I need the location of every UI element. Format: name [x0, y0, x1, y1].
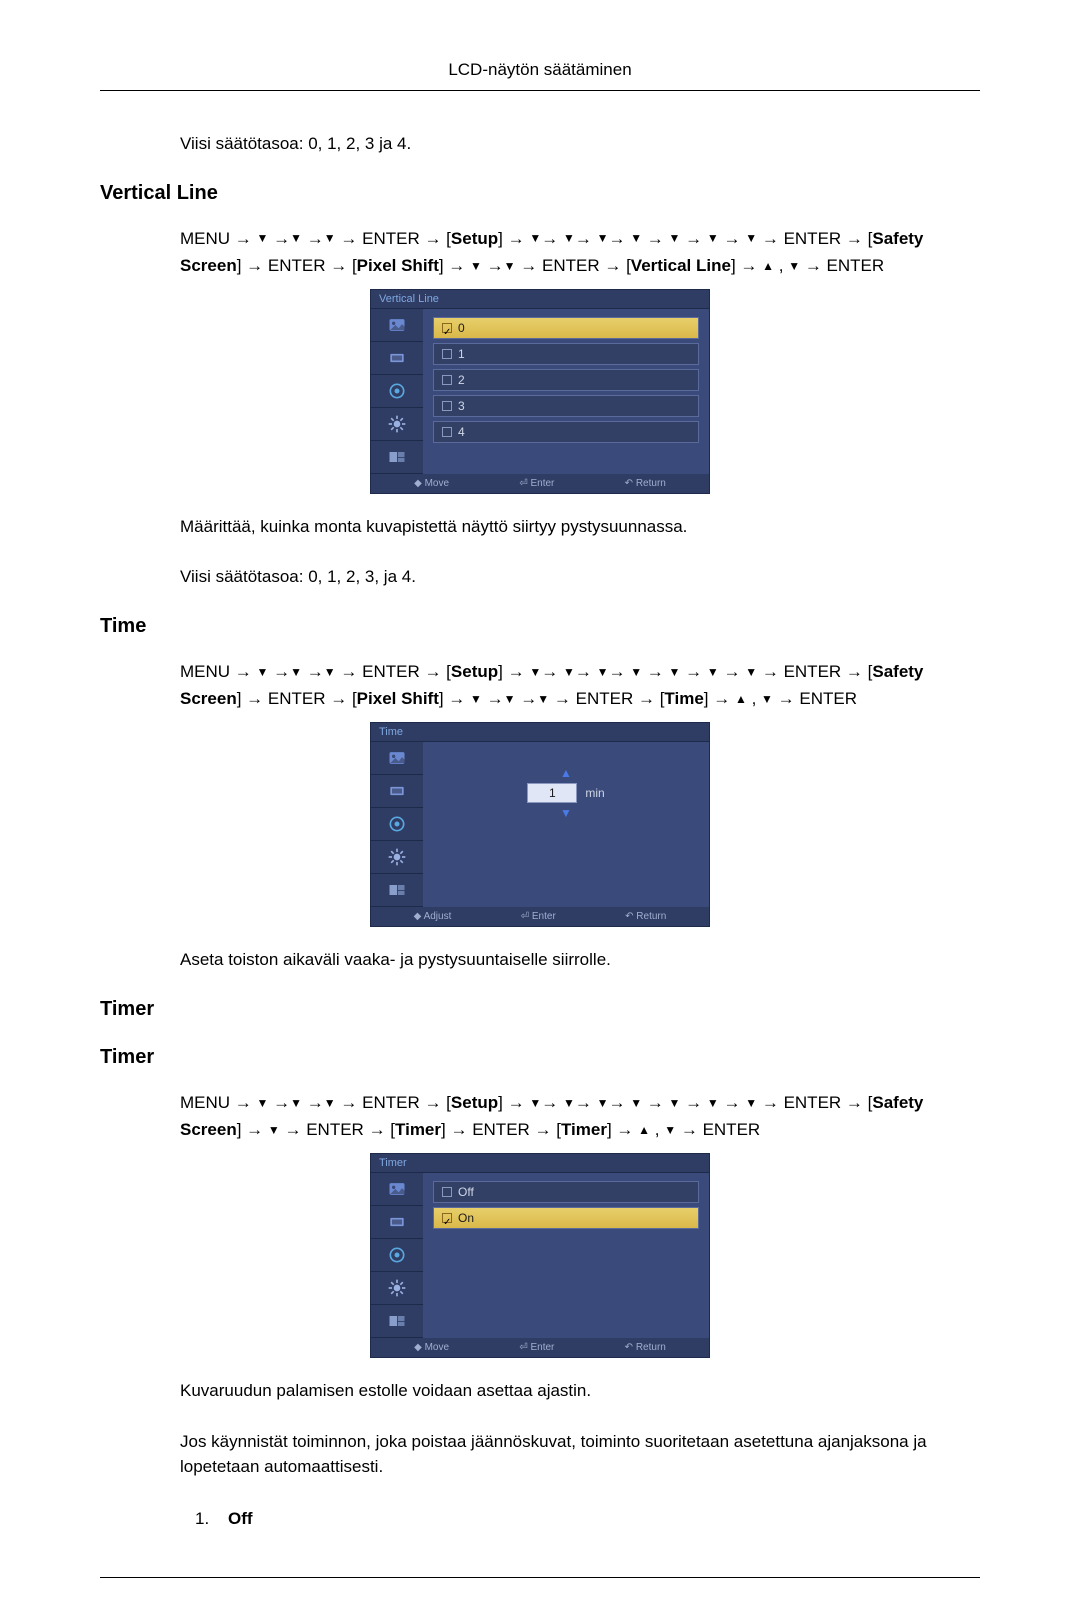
intro-text: Viisi säätötasoa: 0, 1, 2, 3 ja 4.: [180, 131, 980, 157]
input-icon: [387, 781, 407, 801]
osd-footer: ◆ Move ⏎ Enter ↶ Return: [371, 1338, 709, 1357]
page-header: LCD-näytön säätäminen: [100, 60, 980, 91]
sound-icon: [387, 814, 407, 834]
osd-timer: Timer Off On ◆ Move ⏎ Enter ↶ Return: [370, 1153, 710, 1358]
osd-sidebar: [371, 1173, 423, 1338]
heading-vertical-line: Vertical Line: [100, 182, 980, 205]
footer-rule: [100, 1577, 980, 1578]
osd-time: Time ▲ 1 min ▼ ◆ Adjust ⏎ Enter ↶ Return: [370, 722, 710, 927]
heading-timer-1: Timer: [100, 998, 980, 1021]
osd-sidebar: [371, 309, 423, 474]
vl-desc-1: Määrittää, kuinka monta kuvapistettä näy…: [180, 514, 980, 540]
nav-time: MENU → → → → ENTER → [Setup] → → → → → →…: [180, 658, 980, 712]
multi-icon: [387, 447, 407, 467]
osd-option-0[interactable]: 0: [433, 317, 699, 339]
osd-option-on[interactable]: On: [433, 1207, 699, 1229]
picture-icon: [387, 315, 407, 335]
osd-option-2[interactable]: 2: [433, 369, 699, 391]
list-item-1: 1. Off: [195, 1505, 980, 1532]
time-value: 1: [527, 783, 577, 803]
time-desc-1: Aseta toiston aikaväli vaaka- ja pystysu…: [180, 947, 980, 973]
spinner-up-icon[interactable]: ▲: [433, 767, 699, 779]
multi-icon: [387, 1311, 407, 1331]
timer-desc-1: Kuvaruudun palamisen estolle voidaan ase…: [180, 1378, 980, 1404]
spinner-down-icon[interactable]: ▼: [433, 807, 699, 819]
picture-icon: [387, 748, 407, 768]
osd-option-1[interactable]: 1: [433, 343, 699, 365]
osd-title: Time: [371, 723, 709, 742]
heading-time: Time: [100, 615, 980, 638]
setup-icon: [387, 847, 407, 867]
multi-icon: [387, 880, 407, 900]
osd-option-off[interactable]: Off: [433, 1181, 699, 1203]
setup-icon: [387, 1278, 407, 1298]
osd-title: Vertical Line: [371, 290, 709, 309]
heading-timer-2: Timer: [100, 1046, 980, 1069]
osd-sidebar: [371, 742, 423, 907]
osd-option-4[interactable]: 4: [433, 421, 699, 443]
nav-vertical-line: MENU → → → → ENTER → [Setup] → → → → → →…: [180, 225, 980, 279]
osd-option-3[interactable]: 3: [433, 395, 699, 417]
timer-desc-2: Jos käynnistät toiminnon, joka poistaa j…: [180, 1429, 980, 1480]
nav-timer: MENU → → → → ENTER → [Setup] → → → → → →…: [180, 1089, 980, 1143]
input-icon: [387, 1212, 407, 1232]
sound-icon: [387, 1245, 407, 1265]
setup-icon: [387, 414, 407, 434]
sound-icon: [387, 381, 407, 401]
osd-footer: ◆ Adjust ⏎ Enter ↶ Return: [371, 907, 709, 926]
osd-footer: ◆ Move ⏎ Enter ↶ Return: [371, 474, 709, 493]
osd-vertical-line: Vertical Line 0 1 2 3 4 ◆ Move ⏎ Enter ↶…: [370, 289, 710, 494]
input-icon: [387, 348, 407, 368]
vl-desc-2: Viisi säätötasoa: 0, 1, 2, 3, ja 4.: [180, 564, 980, 590]
osd-title: Timer: [371, 1154, 709, 1173]
picture-icon: [387, 1179, 407, 1199]
time-unit: min: [585, 786, 604, 800]
